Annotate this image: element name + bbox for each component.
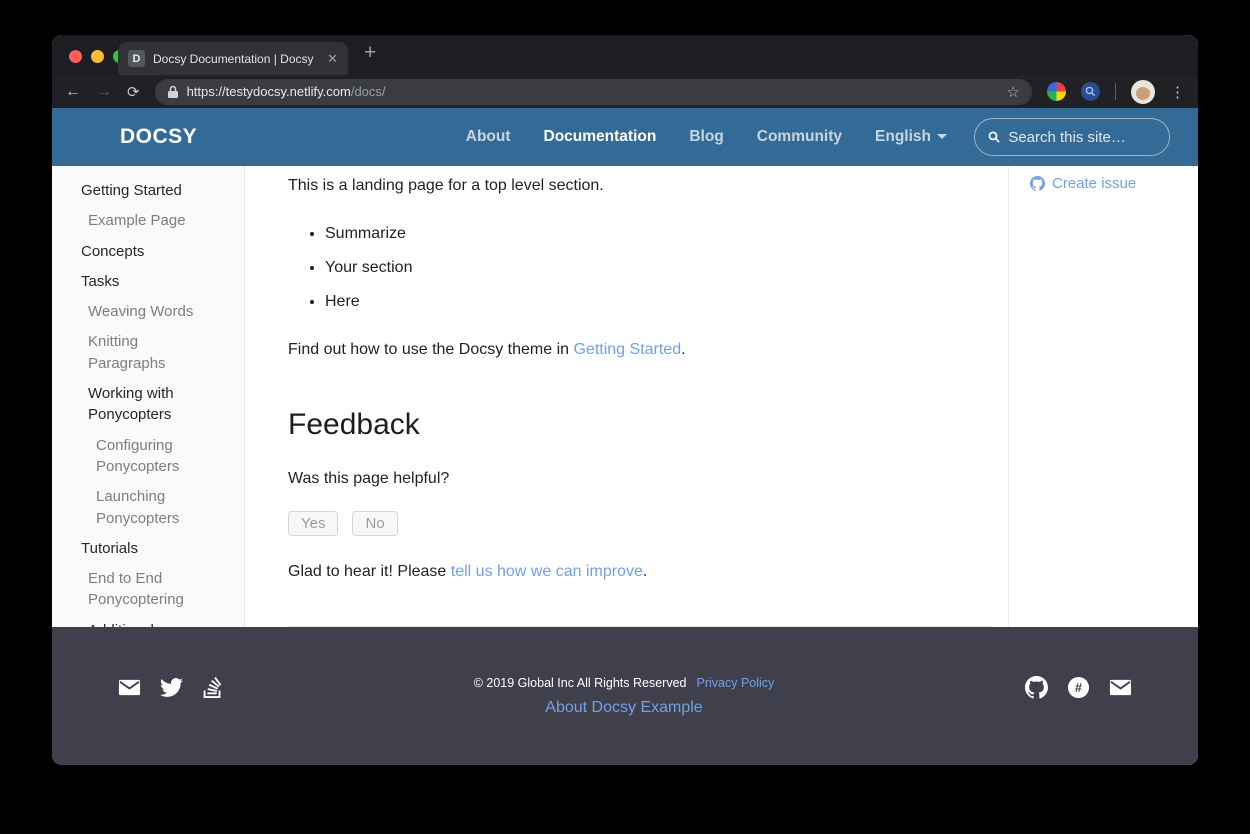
sidebar-item-getting-started[interactable]: Getting Started [52, 180, 216, 201]
stack-overflow-icon[interactable] [202, 676, 223, 699]
nav-item-documentation[interactable]: Documentation [544, 128, 657, 146]
slack-icon[interactable]: # [1067, 676, 1090, 699]
site-logo[interactable]: DOCSY [120, 125, 197, 149]
list-item: Here [325, 290, 993, 314]
about-docsy-link[interactable]: About Docsy Example [545, 699, 702, 716]
main-content: This is a landing page for a top level s… [245, 166, 1008, 627]
sidebar-item-tutorials[interactable]: Tutorials [52, 538, 216, 559]
improve-link[interactable]: tell us how we can improve [451, 563, 643, 580]
feedback-no-button[interactable]: No [352, 511, 397, 536]
create-issue-label: Create issue [1052, 175, 1136, 192]
minimize-window-button[interactable] [91, 50, 104, 63]
email-icon[interactable] [1109, 676, 1132, 699]
browser-menu-icon[interactable]: ⋮ [1170, 83, 1185, 101]
nav-item-about[interactable]: About [466, 128, 511, 146]
find-out-text: Find out how to use the Docsy theme in [288, 341, 573, 358]
svg-text:#: # [1075, 680, 1082, 694]
email-icon[interactable] [118, 676, 141, 699]
toolbar-divider [1115, 83, 1116, 100]
privacy-policy-link[interactable]: Privacy Policy [697, 676, 775, 690]
lock-icon [167, 85, 179, 99]
chevron-down-icon [937, 134, 947, 139]
footer-about-line: About Docsy Example [223, 699, 1025, 717]
forward-icon[interactable]: → [96, 84, 112, 100]
close-window-button[interactable] [69, 50, 82, 63]
copyright-text: © 2019 Global Inc All Rights Reserved [474, 676, 687, 690]
sidebar-item-concepts[interactable]: Concepts [52, 241, 216, 262]
extension-colorful-icon[interactable] [1047, 82, 1066, 101]
bookmark-star-icon[interactable]: ☆ [1007, 83, 1020, 101]
site-navbar: DOCSY About Documentation Blog Community… [52, 108, 1198, 166]
page-body: Getting Started Example Page Concepts Ta… [52, 166, 1198, 627]
nav-links: About Documentation Blog Community Engli… [466, 128, 947, 146]
create-issue-link[interactable]: Create issue [1030, 175, 1198, 192]
list-item: Your section [325, 256, 993, 280]
getting-started-link[interactable]: Getting Started [573, 341, 681, 358]
find-out-paragraph: Find out how to use the Docsy theme in G… [288, 338, 993, 362]
browser-toolbar: ← → ⟳ https://testydocsy.netlify.com/doc… [52, 75, 1198, 108]
url-text: https://testydocsy.netlify.com/docs/ [187, 84, 386, 99]
footer-left-icons [118, 676, 223, 699]
twitter-icon[interactable] [160, 676, 183, 699]
sidebar-item-working-with-ponycopters[interactable]: Working with Ponycopters [52, 383, 216, 426]
github-icon [1030, 176, 1045, 191]
sidebar-item-tasks[interactable]: Tasks [52, 271, 216, 292]
summary-list: Summarize Your section Here [288, 222, 993, 314]
search-input[interactable] [1008, 129, 1156, 146]
footer-copyright-line: © 2019 Global Inc All Rights Reserved Pri… [223, 676, 1025, 690]
site-search[interactable] [974, 118, 1170, 156]
feedback-response-text: Glad to hear it! Please [288, 563, 451, 580]
docs-sidebar: Getting Started Example Page Concepts Ta… [52, 166, 245, 627]
extension-search-icon[interactable] [1081, 82, 1100, 101]
nav-item-community[interactable]: Community [757, 128, 842, 146]
feedback-question: Was this page helpful? [288, 467, 993, 491]
browser-window: D Docsy Documentation | Docsy ✕ + ← → ⟳ … [52, 35, 1198, 765]
browser-tab[interactable]: D Docsy Documentation | Docsy ✕ [118, 42, 348, 75]
language-dropdown[interactable]: English [875, 128, 947, 146]
tab-favicon: D [128, 50, 145, 67]
magnifier-glyph [1085, 86, 1096, 97]
back-icon[interactable]: ← [65, 84, 81, 100]
url-bar[interactable]: https://testydocsy.netlify.com/docs/ ☆ [155, 79, 1032, 105]
tab-strip: D Docsy Documentation | Docsy ✕ + [52, 35, 1198, 75]
feedback-yes-button[interactable]: Yes [288, 511, 338, 536]
footer-center: © 2019 Global Inc All Rights Reserved Pri… [223, 676, 1025, 717]
feedback-heading: Feedback [288, 402, 993, 447]
find-out-period: . [681, 341, 685, 358]
nav-item-blog[interactable]: Blog [689, 128, 723, 146]
sidebar-item-example-page[interactable]: Example Page [52, 210, 216, 231]
language-label: English [875, 128, 931, 145]
footer-right-icons: # [1025, 676, 1132, 699]
feedback-buttons: Yes No [288, 511, 993, 536]
list-item: Summarize [325, 222, 993, 246]
feedback-response: Glad to hear it! Please tell us how we c… [288, 560, 993, 584]
page-toolbar: Create issue [1008, 166, 1198, 627]
url-path: /docs/ [351, 84, 386, 99]
new-tab-button[interactable]: + [364, 41, 376, 65]
sidebar-item-knitting-paragraphs[interactable]: Knitting Paragraphs [52, 331, 216, 374]
sidebar-item-configuring-ponycopters[interactable]: Configuring Ponycopters [52, 435, 216, 478]
tab-title: Docsy Documentation | Docsy [153, 52, 319, 66]
github-icon[interactable] [1025, 676, 1048, 699]
feedback-response-period: . [643, 563, 647, 580]
search-icon [988, 130, 1000, 144]
site-footer: © 2019 Global Inc All Rights Reserved Pri… [52, 627, 1198, 765]
url-host: https://testydocsy.netlify.com [187, 84, 351, 99]
sidebar-item-weaving-words[interactable]: Weaving Words [52, 301, 216, 322]
sidebar-item-end-to-end-ponycoptering[interactable]: End to End Ponycoptering [52, 568, 216, 611]
profile-avatar[interactable] [1131, 80, 1155, 104]
sidebar-item-additional[interactable]: Additional [52, 620, 216, 627]
intro-paragraph: This is a landing page for a top level s… [288, 174, 993, 198]
tab-close-icon[interactable]: ✕ [327, 51, 338, 67]
reload-icon[interactable]: ⟳ [127, 83, 140, 101]
sidebar-item-launching-ponycopters[interactable]: Launching Ponycopters [52, 486, 216, 529]
